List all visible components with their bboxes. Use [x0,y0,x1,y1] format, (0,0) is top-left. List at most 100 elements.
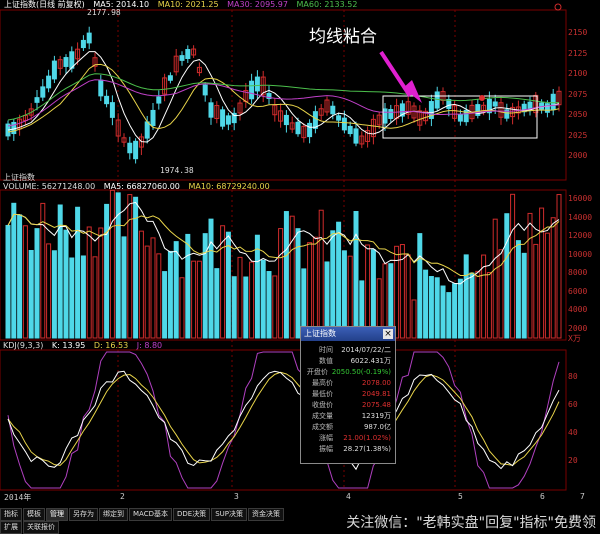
volume-bar [202,233,208,339]
top-right-marker [554,3,562,11]
volume-bar [544,232,550,339]
candle-body [127,142,133,154]
volume-bar [185,233,191,339]
volume-bar [266,271,272,339]
indicator-tab[interactable]: SUP决策 [211,508,247,521]
close-icon[interactable]: × [383,329,393,339]
volume-bar [51,250,57,339]
popup-row-key: 成交量 [312,412,333,420]
indicator-tab[interactable]: 另存为 [69,508,98,521]
candle-body [330,105,336,115]
candle-body [144,121,150,139]
popup-row-key: 涨幅 [319,434,333,442]
popup-row: 成交额 987.0亿 [301,422,395,433]
extension-tab[interactable]: 关联报价 [23,521,59,534]
volume-bar [28,250,34,339]
volume-bar [307,242,313,339]
time-axis-label: 3 [234,492,239,501]
volume-bar [539,207,545,339]
indicator-tab[interactable]: 资金决策 [247,508,284,521]
volume-bar [434,277,440,339]
candle-body [225,115,231,125]
extension-tab[interactable]: 扩展 [0,521,22,534]
candle-body [457,114,463,122]
candle-body [550,93,556,111]
marker-dot [479,95,485,101]
candle-body [446,99,452,109]
kdj-lines [7,351,560,489]
indicator-tab[interactable]: 管理 [46,508,68,521]
time-axis-label: 6 [540,492,545,501]
volume-bar [196,260,202,339]
popup-row: 最低价 2049.81 [301,389,395,400]
volume-bar [138,230,144,339]
candle-body [185,49,191,59]
candle-body [179,55,185,61]
volume-bar [225,231,231,339]
candle-body [295,121,301,135]
popup-row: 涨幅 21.00(1.02%) [301,433,395,444]
volume-bar [463,254,469,339]
popup-title: 上证指数 [301,327,395,341]
volume-bar [423,269,429,339]
indicator-tab[interactable]: 绑定到 [99,508,128,521]
popup-row: 最高价 2078.00 [301,378,395,389]
price-tick-label: 2125 [568,48,588,58]
candle-body [46,75,52,89]
candle-body [388,109,394,119]
popup-row-key: 最高价 [312,379,333,387]
volume-bar [237,256,243,339]
popup-row-key: 最低价 [312,390,333,398]
kdj-tick-label: 60 [568,400,578,409]
volume-bar [17,214,23,339]
volume-bar [231,276,237,339]
volume-bar [370,249,376,339]
popup-row-key: 数值 [319,357,333,365]
volume-bar [191,260,197,339]
indicator-tab[interactable]: MACD基本 [129,508,172,521]
volume-bar [214,268,220,339]
candle-body [40,86,46,98]
high-price-label: 2177.98 [87,8,121,17]
popup-row-key: 收盘价 [312,401,333,409]
candle-body [104,95,110,105]
volume-bar [34,228,40,339]
popup-row-key: 振幅 [319,445,333,453]
candle-body [341,117,347,131]
kdj-d-line [7,371,560,466]
candle-body [63,57,69,67]
volume-bar [86,226,92,339]
popup-row-value: 12319万 [361,412,391,420]
volume-tick-label: 14000 [568,212,593,222]
volume-bar [167,250,173,339]
indicator-tab[interactable]: DDE决策 [172,508,211,521]
volume-bar [365,244,371,339]
kdj-name: KDJ(9,3,3) [3,341,44,350]
volume-bar [104,203,110,339]
moving-average-lines [7,51,560,143]
volume-bar [550,217,556,339]
volume-tick-label: 2000 [568,323,588,333]
candle-body [254,76,260,92]
volume-bar [341,250,347,339]
panel-border-0 [0,9,567,181]
volume-ma10-line [7,213,560,278]
candle-body [86,32,92,44]
volume-bar [428,276,434,339]
volume-bar [63,229,69,339]
kdj-tick-label: 40 [568,428,578,437]
volume-bar [510,193,516,339]
volume-bar [278,228,284,339]
volume-bar [156,253,162,339]
candle-body [492,101,498,107]
candle-body [133,140,139,160]
volume-bar [312,236,318,339]
volume-bar [417,233,423,339]
quote-info-popup[interactable]: 上证指数 × 时间 2014/07/22/二 数值 6022.431万 开盘价 2050.… [300,326,396,464]
volume-bar [5,224,11,339]
volume-bar [220,225,226,339]
volume-bar [272,275,278,339]
indicator-tab[interactable]: 模板 [23,508,45,521]
volume-bar [208,218,214,339]
indicator-tab[interactable]: 指标 [0,508,22,521]
